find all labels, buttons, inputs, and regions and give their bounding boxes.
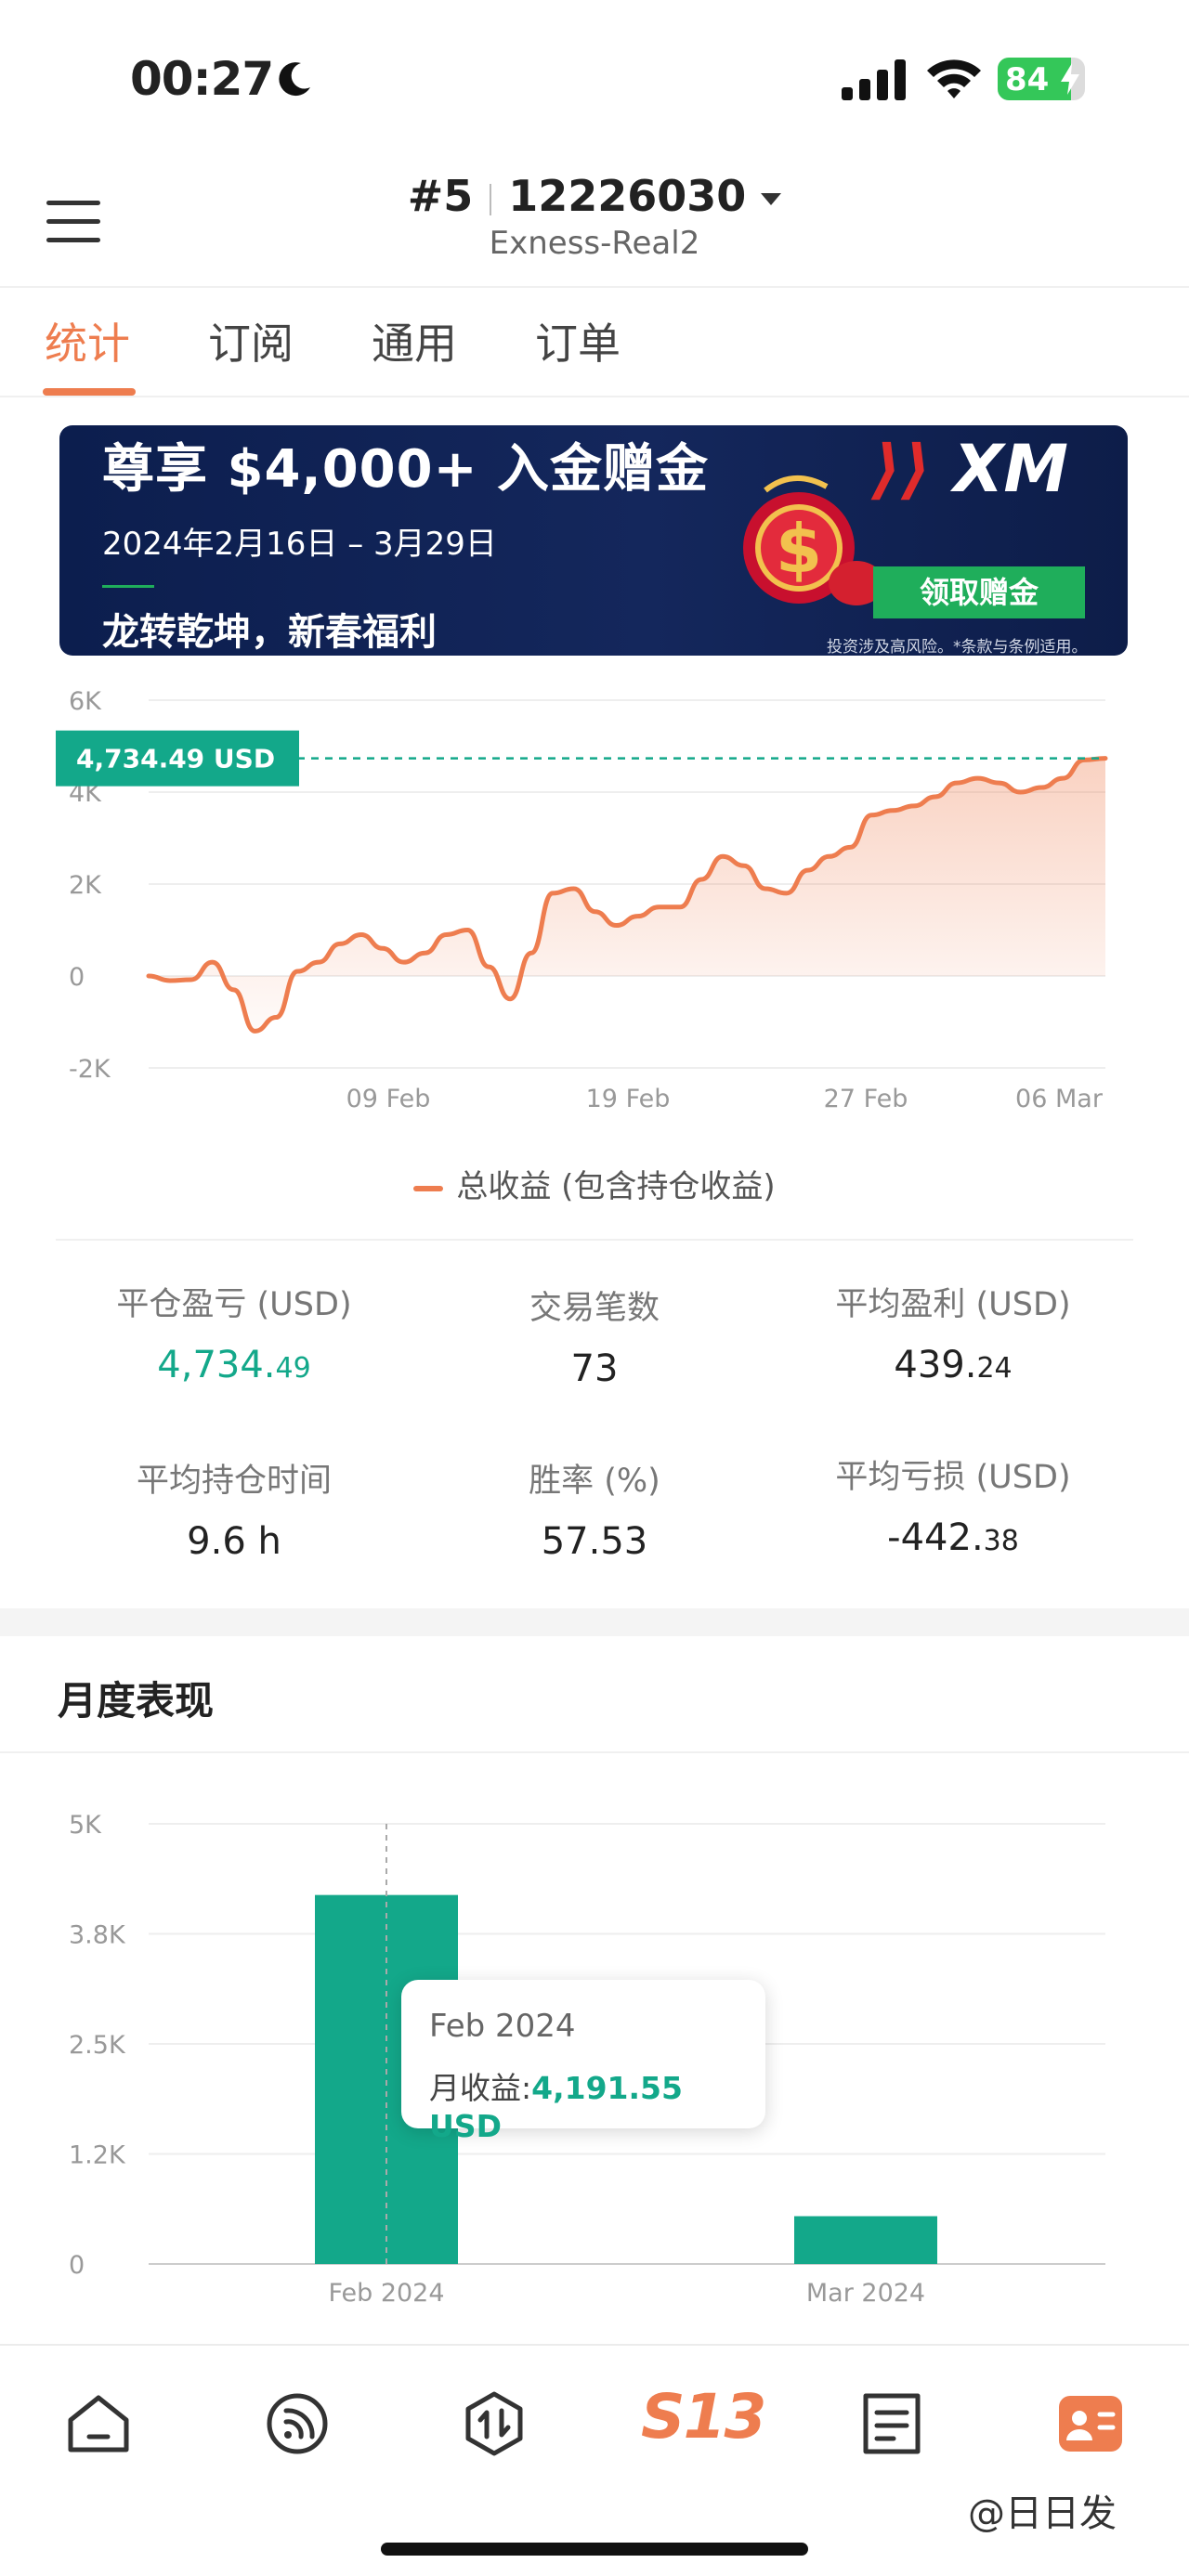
bar[interactable] [794,2216,937,2264]
tab-subscription[interactable]: 订阅 [208,310,294,371]
battery-level: 84 [1005,61,1050,98]
monthly-section-title: 月度表现 [58,1678,215,1724]
stat-label: 交易笔数 [529,1290,660,1327]
account-number: 12226030 [508,171,747,221]
stat-avg-loss: 平均亏损 (USD) -442.38 [777,1451,1130,1559]
banner-subtitle: 龙转乾坤，新春福利 [102,611,437,654]
account-selector[interactable]: #5 12226030 [0,171,1189,221]
x-tick-label: 27 Feb [824,1085,908,1113]
profit-area [149,758,1105,1032]
y-tick-label: 3.8K [69,1921,126,1950]
divider [0,1751,1189,1753]
stat-value: 439.24 [894,1344,1013,1386]
charging-bolt-icon [1061,63,1079,95]
stat-value: 9.6 h [187,1520,281,1563]
stat-label: 平仓盈亏 (USD) [116,1286,352,1323]
banner-disclaimer: 投资涉及高风险。*条款与条例适用。 [827,638,1088,656]
tooltip-month: Feb 2024 [429,2008,576,2045]
stat-label: 平均盈利 (USD) [835,1286,1071,1323]
server-name: Exness-Real2 [489,225,700,262]
banner-title: 尊享 $4,000+ 入金赠金 [102,439,710,500]
tooltip-value: 月收益:4,191.55 USD [429,2070,683,2144]
y-tick-label: 1.2K [69,2141,126,2170]
stat-avg-profit: 平均盈利 (USD) 439.24 [777,1278,1130,1386]
status-bar: 00:27 84 [0,0,1189,158]
divider [56,1239,1133,1241]
y-tick-label: -2K [69,1055,111,1084]
s13-logo-icon[interactable]: S13 [641,2381,766,2452]
stat-label: 平均持仓时间 [136,1463,332,1500]
stat-value: 57.53 [541,1520,648,1563]
active-tab-indicator [43,388,136,396]
tab-bar: 统计 订阅 通用 订单 [0,288,1189,397]
banner-date: 2024年2月16日 – 3月29日 [102,526,497,563]
watermark: @日日发 [968,2492,1117,2535]
x-tick-label: 06 Mar [1015,1085,1104,1113]
tab-general[interactable]: 通用 [372,310,457,371]
account-index: #5 [407,171,474,221]
claim-bonus-button[interactable]: 领取赠金 [873,566,1085,618]
chart-legend[interactable]: 总收益 (包含持仓收益) [0,1161,1189,1206]
bottom-nav: S13 @日日发 [0,2344,1189,2576]
banner-divider [102,585,154,588]
home-indicator[interactable] [381,2543,808,2556]
profit-line-chart[interactable]: 6K4K2K0-2K 09 Feb 19 Feb 27 Feb 06 Mar 4,73… [0,678,1189,1124]
y-tick-label: 0 [69,963,85,992]
promo-banner[interactable]: 尊享 $4,000+ 入金赠金 2024年2月16日 – 3月29日 龙转乾坤，… [59,425,1128,656]
svg-text:$: $ [776,510,822,588]
stat-label: 胜率 (%) [529,1463,660,1500]
stat-closed-pl: 平仓盈亏 (USD) 4,734.49 [58,1278,411,1386]
tab-statistics[interactable]: 统计 [45,310,130,371]
wifi-icon [927,59,981,98]
x-tick-label: Feb 2024 [328,2279,444,2308]
section-gap [0,1608,1189,1636]
cellular-signal-icon [842,59,906,100]
moon-icon [279,62,310,97]
current-value-badge: 4,734.49 USD [56,730,299,787]
current-value-label: 4,734.49 USD [76,744,275,774]
red-envelope-icon: $ [743,475,884,605]
y-tick-label: 2K [69,871,102,900]
stat-avg-hold: 平均持仓时间 9.6 h [58,1454,411,1563]
status-time: 00:27 [130,52,274,106]
signal-feed-icon[interactable] [260,2387,334,2461]
x-tick-label: Mar 2024 [806,2279,925,2308]
stat-value: 73 [570,1347,619,1390]
stat-trades: 交易笔数 73 [418,1281,771,1390]
y-tick-label: 5K [69,1811,102,1840]
trade-icon[interactable] [457,2387,531,2461]
battery-indicator: 84 [998,58,1085,100]
stat-value: -442.38 [887,1516,1019,1559]
y-tick-label: 0 [69,2251,85,2280]
brand-logo: ⟩⟩ XM [871,431,1068,507]
stat-win-rate: 胜率 (%) 57.53 [418,1454,771,1563]
news-icon[interactable] [855,2387,929,2461]
legend-label: 总收益 (包含持仓收益) [456,1168,776,1205]
tab-orders[interactable]: 订单 [535,310,621,371]
legend-swatch [413,1185,444,1191]
home-icon[interactable] [61,2387,136,2461]
app-header: #5 12226030 Exness-Real2 [0,158,1189,288]
stat-value: 4,734.49 [157,1344,311,1386]
bar-tooltip: Feb 2024 月收益:4,191.55 USD [401,1980,765,2144]
stat-label: 平均亏损 (USD) [835,1459,1071,1496]
x-tick-label: 19 Feb [586,1085,671,1113]
profile-icon[interactable] [1053,2387,1128,2461]
y-tick-label: 6K [69,687,102,716]
x-tick-label: 09 Feb [346,1085,431,1113]
caret-down-icon [761,193,782,205]
y-tick-label: 2.5K [69,2031,126,2060]
